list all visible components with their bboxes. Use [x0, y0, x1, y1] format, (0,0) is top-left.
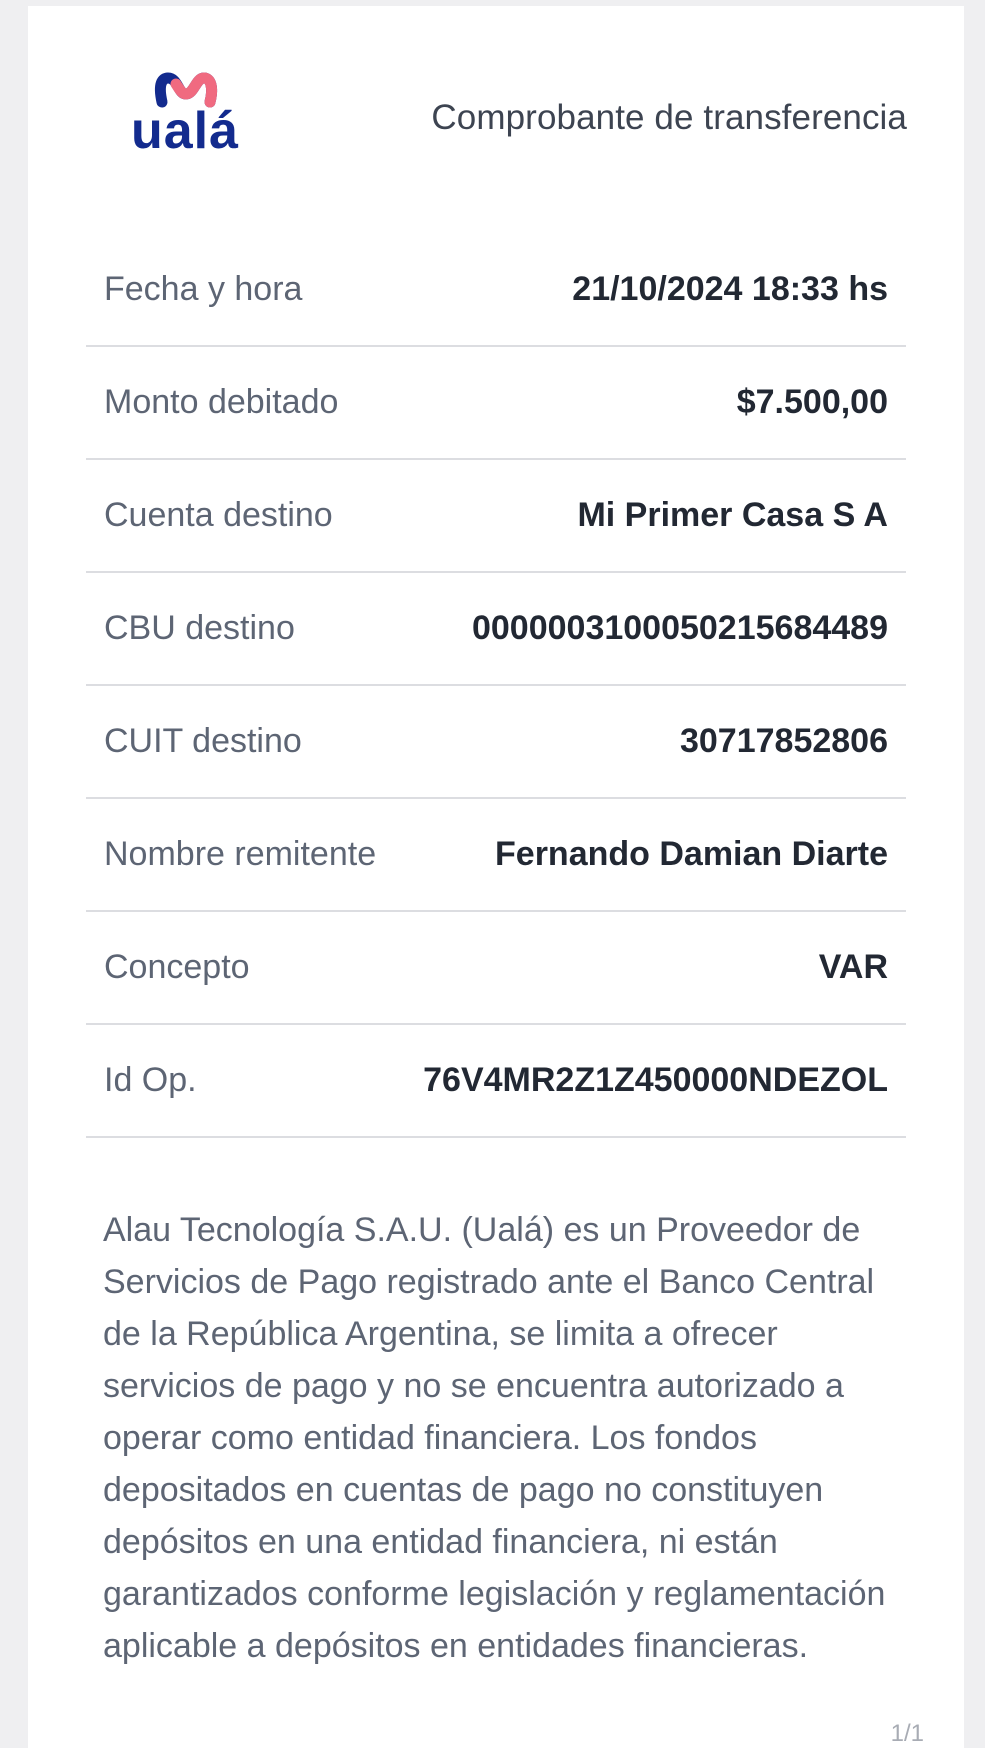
- amount-debited-label: Monto debitado: [104, 383, 339, 421]
- uala-logo: ualá: [116, 64, 254, 174]
- concept-label: Concepto: [104, 948, 250, 986]
- legal-disclaimer: Alau Tecnología S.A.U. (Ualá) es un Prov…: [103, 1211, 886, 1665]
- destination-cbu-label: CBU destino: [104, 609, 295, 647]
- date-time-label: Fecha y hora: [104, 270, 303, 308]
- receipt-page: ualá Comprobante de transferencia Fecha …: [28, 6, 964, 1748]
- destination-account-label: Cuenta destino: [104, 496, 333, 534]
- document-title: Comprobante de transferencia: [431, 98, 907, 137]
- page-indicator: 1/1: [890, 1720, 924, 1747]
- concept-value: VAR: [818, 948, 888, 986]
- uala-wordmark: ualá: [131, 102, 239, 160]
- row-date-time: Fecha y hora 21/10/2024 18:33 hs: [86, 234, 906, 347]
- amount-debited-value: $7.500,00: [736, 383, 888, 421]
- destination-cuit-label: CUIT destino: [104, 722, 302, 760]
- sender-name-label: Nombre remitente: [104, 835, 377, 873]
- operation-id-label: Id Op.: [104, 1061, 197, 1099]
- row-sender-name: Nombre remitente Fernando Damian Diarte: [86, 799, 906, 912]
- sender-name-value: Fernando Damian Diarte: [495, 835, 888, 873]
- destination-account-value: Mi Primer Casa S A: [577, 496, 888, 534]
- row-concept: Concepto VAR: [86, 912, 906, 1025]
- transfer-details: Fecha y hora 21/10/2024 18:33 hs Monto d…: [86, 234, 906, 1138]
- destination-cuit-value: 30717852806: [679, 722, 888, 760]
- date-time-value: 21/10/2024 18:33 hs: [572, 270, 888, 308]
- row-destination-cbu: CBU destino 0000003100050215684489: [86, 573, 906, 686]
- row-operation-id: Id Op. 76V4MR2Z1Z450000NDEZOL: [86, 1025, 906, 1138]
- destination-cbu-value: 0000003100050215684489: [471, 609, 888, 647]
- row-destination-account: Cuenta destino Mi Primer Casa S A: [86, 460, 906, 573]
- operation-id-value: 76V4MR2Z1Z450000NDEZOL: [423, 1061, 888, 1099]
- row-amount-debited: Monto debitado $7.500,00: [86, 347, 906, 460]
- row-destination-cuit: CUIT destino 30717852806: [86, 686, 906, 799]
